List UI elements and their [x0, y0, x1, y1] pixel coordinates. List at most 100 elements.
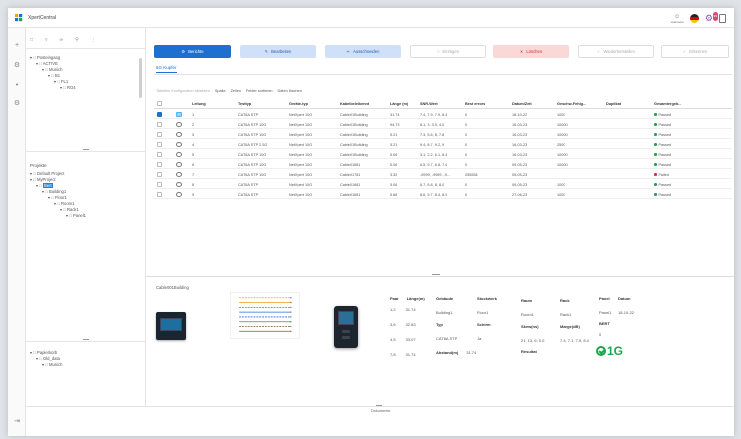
- tab-6g-copper[interactable]: 6G Kupfer: [156, 65, 177, 73]
- filter-icon[interactable]: ▿: [45, 37, 48, 43]
- pair-id: 3,6: [390, 322, 396, 327]
- table-cell: 09-05-23: [512, 162, 528, 167]
- table-row[interactable]: 8 CAT6A STP NetXpert 10G Cable01681 5.06 6.7,…: [154, 180, 732, 189]
- column-header[interactable]: Länge (m): [390, 102, 408, 106]
- tree-node[interactable]: ▾ □ RO4: [30, 85, 76, 91]
- edit-button[interactable]: ✎ Bearbeiten: [240, 45, 316, 58]
- table-cell: 5.68: [390, 192, 398, 197]
- table-row[interactable]: 3 CAT6A STP 10G NetXpert 10G Cable01Buildin…: [154, 130, 732, 139]
- cog-icon[interactable]: ⚙: [13, 100, 21, 108]
- table-row[interactable]: 5 CAT6A STP 10G NetXpert 10G Cable01Buildin…: [154, 150, 732, 159]
- table-row[interactable]: 7 CAT6A STP 10G NetXpert 10G Cable01781 3.32…: [154, 170, 732, 179]
- row-checkbox[interactable]: [157, 152, 162, 157]
- folder-add-icon[interactable]: □: [30, 37, 33, 43]
- user-menu[interactable]: ☺ username: [671, 14, 684, 24]
- row-checkbox[interactable]: [157, 132, 162, 137]
- table-row[interactable]: 6 CAT6A STP 10G NetXpert 10G Cable01681 5.06…: [154, 160, 732, 169]
- app-logo-icon: [15, 14, 23, 22]
- row-checkbox[interactable]: [157, 142, 162, 147]
- column-header[interactable]: SNR-Wert: [420, 102, 438, 106]
- expand-icon[interactable]: ⇥: [13, 418, 21, 426]
- splitter-grip[interactable]: [83, 339, 89, 340]
- sort-fields-button[interactable]: Felder sortieren: [246, 89, 273, 93]
- table-config-button[interactable]: Tabellen Konfiguration ablassen: [156, 89, 210, 93]
- table-cell: 7: [192, 172, 195, 177]
- add-icon[interactable]: +: [13, 42, 21, 50]
- table-cell: 10000: [557, 162, 568, 167]
- splitter-grip[interactable]: [432, 274, 440, 275]
- tree-node[interactable]: ▾ □ Panel1: [30, 213, 86, 219]
- view-icon[interactable]: [176, 131, 182, 137]
- tree-node-label: Posteingang: [36, 55, 61, 60]
- restore-button[interactable]: ✓ Wiederherstellen: [578, 45, 654, 58]
- view-icon[interactable]: [176, 171, 182, 177]
- status-dot-icon: [654, 183, 657, 186]
- row-checkbox[interactable]: [157, 162, 162, 167]
- settings-icon[interactable]: ⚙: [13, 62, 21, 70]
- column-header[interactable]: Duplikat: [606, 102, 621, 106]
- view-icon[interactable]: [176, 141, 182, 147]
- row-checkbox[interactable]: [157, 182, 162, 187]
- table-cell: 10000: [557, 132, 568, 137]
- rename-button[interactable]: ✓ Erkennen: [661, 45, 729, 58]
- row-checkbox[interactable]: [157, 192, 162, 197]
- table-row[interactable]: 9 CAT6A STP NetXpert 10G Cable01681 5.68 8.6,…: [154, 190, 732, 199]
- notifications-button[interactable]: ⚙ 99: [705, 12, 718, 23]
- language-flag-icon[interactable]: [689, 14, 699, 23]
- tree-node[interactable]: ▾ □ Munich: [30, 362, 62, 368]
- tree-scrollbar[interactable]: [139, 58, 142, 98]
- select-all-checkbox[interactable]: [157, 101, 162, 106]
- pair-id: 7,8: [390, 352, 396, 357]
- document-icon[interactable]: [719, 14, 726, 23]
- table-row[interactable]: 1 CAT6A STP NetXpert 10G Cable01Building 31.…: [154, 110, 732, 119]
- rows-button[interactable]: Zeilen: [231, 89, 241, 93]
- link-icon[interactable]: ∞: [60, 37, 64, 43]
- status-text: Passed: [658, 132, 672, 137]
- view-icon[interactable]: [176, 121, 182, 127]
- scissors-icon: ✂: [346, 49, 351, 54]
- table-cell: CAT6A STP 10G: [238, 162, 267, 167]
- column-header[interactable]: Leitung: [192, 102, 206, 106]
- column-button[interactable]: Spalte: [215, 89, 226, 93]
- column-header[interactable]: Testtyp: [238, 102, 251, 106]
- paste-button[interactable]: □ Einfügen: [410, 45, 486, 58]
- tree-node-label: FL1: [60, 79, 69, 84]
- view-icon[interactable]: [176, 151, 182, 157]
- report-button[interactable]: ⚙ Berichte: [154, 45, 231, 58]
- cut-button[interactable]: ✂ Ausschneiden: [325, 45, 401, 58]
- column-header[interactable]: Geräte-typ: [289, 102, 308, 106]
- delete-button[interactable]: ✕ Löschen: [493, 45, 569, 58]
- table-row[interactable]: 4 CAT6A STP 2.5G NetXpert 10G Cable01Buildi…: [154, 140, 732, 149]
- more-icon[interactable]: ⋮: [91, 37, 96, 43]
- row-checkbox[interactable]: [157, 122, 162, 127]
- pair-header: Paar: [390, 296, 399, 301]
- table-cell: Cable01Building: [340, 132, 368, 137]
- view-icon[interactable]: [176, 191, 182, 197]
- table-cell: CAT6A STP 10G: [238, 152, 267, 157]
- view-icon[interactable]: [176, 111, 182, 117]
- table-row[interactable]: 2 CAT6A STP 10G NetXpert 10G Cable01Buildin…: [154, 120, 732, 129]
- column-header[interactable]: Best errors: [465, 102, 485, 106]
- table-cell: 5: [192, 152, 195, 157]
- table-cell: NetXpert 10G: [289, 152, 313, 157]
- row-checkbox[interactable]: [157, 172, 162, 177]
- view-icon[interactable]: [176, 161, 182, 167]
- row-checkbox[interactable]: [157, 112, 162, 117]
- tree-node-label: Rack1: [66, 207, 79, 212]
- pair-row: 7,8 31.74: [390, 352, 425, 357]
- table-cell: 6.5, 9.7, 6.8, 7.6: [420, 162, 448, 167]
- column-header[interactable]: Gesamtergeb...: [654, 102, 681, 106]
- clipboard-icon: □: [436, 49, 440, 54]
- inbox-tree: ▾ □ Posteingang ▾ □ ACTIVE ▾ □ Munich ▾ □ B…: [30, 55, 76, 91]
- splitter-grip[interactable]: [83, 149, 89, 150]
- column-header[interactable]: Kabelbeleikennt: [340, 102, 369, 106]
- splitter[interactable]: [146, 276, 734, 277]
- column-header[interactable]: Datum/Zeit: [512, 102, 532, 106]
- clear-data-button[interactable]: Daten löschen: [278, 89, 302, 93]
- status-text: Passed: [658, 162, 672, 167]
- column-header[interactable]: Geschw-Fehlg...: [557, 102, 586, 106]
- search-icon[interactable]: ⚲: [75, 37, 79, 43]
- splitter-grip[interactable]: [376, 405, 382, 406]
- view-icon[interactable]: [176, 181, 182, 187]
- pin-icon[interactable]: •: [13, 82, 21, 90]
